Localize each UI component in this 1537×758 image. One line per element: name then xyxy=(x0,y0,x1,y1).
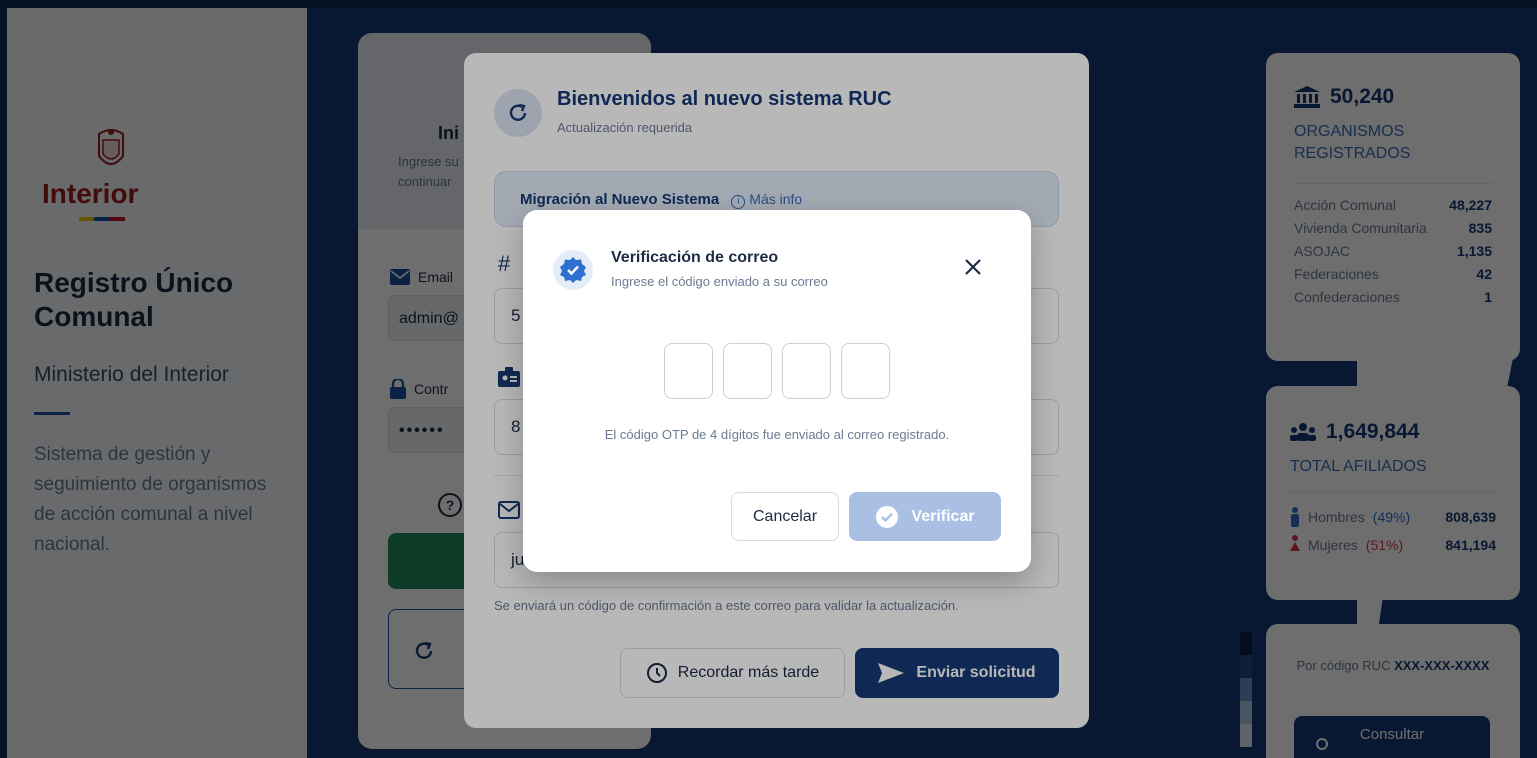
otp-digit-3[interactable] xyxy=(782,343,831,399)
close-button[interactable] xyxy=(959,254,987,282)
cancel-button[interactable]: Cancelar xyxy=(731,492,839,541)
verified-badge xyxy=(553,250,593,290)
close-icon xyxy=(965,258,981,275)
otp-digit-4[interactable] xyxy=(841,343,890,399)
otp-dialog: Verificación de correo Ingrese el código… xyxy=(523,210,1031,572)
otp-message: El código OTP de 4 dígitos fue enviado a… xyxy=(604,427,950,442)
otp-digit-1[interactable] xyxy=(664,343,713,399)
verify-button[interactable]: Verificar xyxy=(849,492,1001,541)
verified-icon xyxy=(560,257,586,283)
otp-inputs xyxy=(664,343,890,399)
otp-title: Verificación de correo xyxy=(611,249,779,266)
otp-subtitle: Ingrese el código enviado a su correo xyxy=(611,274,828,289)
otp-digit-2[interactable] xyxy=(723,343,772,399)
check-circle-icon xyxy=(876,505,899,528)
